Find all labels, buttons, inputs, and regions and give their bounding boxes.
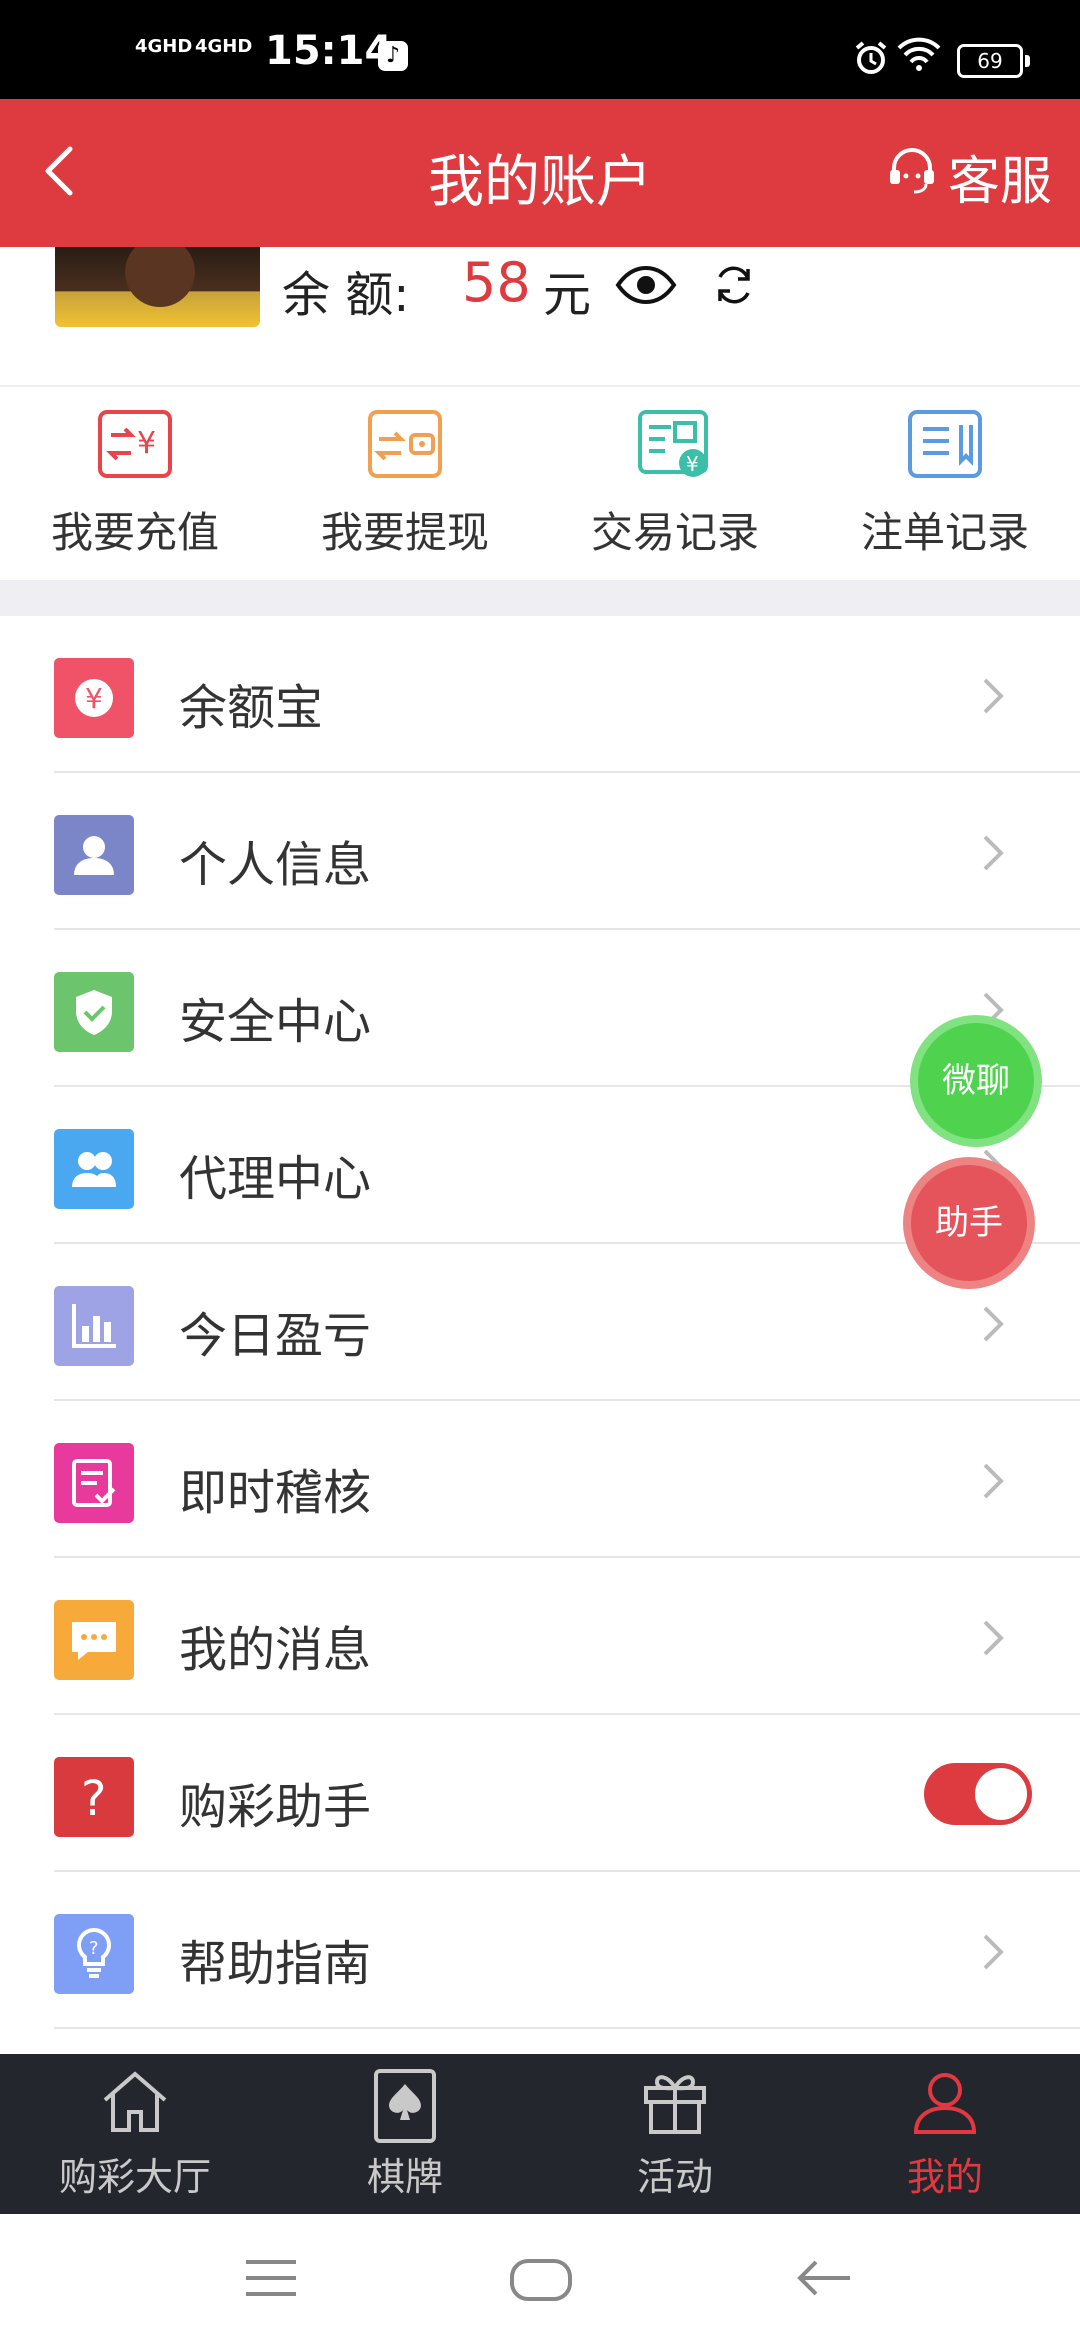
wechat-chat-button[interactable]: 微聊 bbox=[910, 1015, 1042, 1147]
account-menu: ¥ 余额宝 个人信息 安全中心 代理中心 今日盈亏 即时稽核 我的消息 ? 购彩… bbox=[0, 616, 1080, 2029]
svg-text:?: ? bbox=[89, 1938, 99, 1959]
app-header: 我的账户 客服 bbox=[0, 99, 1080, 247]
tab-label: 我的 bbox=[906, 2155, 983, 2199]
lightbulb-icon: ? bbox=[54, 1914, 134, 1994]
withdraw-label: 我要提现 bbox=[320, 508, 489, 557]
audit-icon bbox=[54, 1443, 134, 1523]
menu-label: 我的消息 bbox=[179, 1622, 372, 1678]
transaction-record-label: 交易记录 bbox=[590, 508, 759, 557]
withdraw-icon bbox=[368, 410, 442, 478]
quick-actions: ¥ 我要充值 我要提现 ¥ 交易记录 注单记录 bbox=[0, 387, 1080, 580]
back-nav-icon[interactable] bbox=[796, 2258, 852, 2302]
menu-icon[interactable] bbox=[244, 2258, 298, 2302]
tab-mine[interactable]: 我的 bbox=[810, 2054, 1080, 2214]
balance-section: 余 额: 58 元 bbox=[0, 247, 1080, 387]
question-icon: ? bbox=[54, 1757, 134, 1837]
chevron-right-icon bbox=[981, 1304, 1005, 1348]
menu-item-yuebao[interactable]: ¥ 余额宝 bbox=[54, 616, 1080, 773]
message-icon bbox=[54, 1600, 134, 1680]
transaction-record-button[interactable]: ¥ 交易记录 bbox=[540, 387, 810, 580]
group-icon bbox=[54, 1129, 134, 1209]
battery-indicator: 69 bbox=[957, 44, 1030, 78]
tab-label: 购彩大厅 bbox=[58, 2155, 211, 2199]
refresh-icon[interactable] bbox=[710, 261, 758, 313]
balance-label: 余 额: bbox=[282, 267, 410, 323]
assistant-button[interactable]: 助手 bbox=[903, 1157, 1035, 1289]
chevron-right-icon bbox=[981, 1461, 1005, 1505]
menu-label: 今日盈亏 bbox=[179, 1308, 372, 1364]
status-bar: 4GHD 4GHD 15:14 ♪ 69 bbox=[0, 0, 1080, 99]
profile-icon bbox=[913, 2073, 977, 2134]
section-divider bbox=[0, 580, 1080, 616]
status-time: 15:14 bbox=[265, 28, 393, 74]
avatar[interactable] bbox=[55, 247, 260, 327]
menu-item-lottery-assistant[interactable]: ? 购彩助手 bbox=[54, 1715, 1080, 1872]
tab-chess-cards[interactable]: 棋牌 bbox=[270, 2054, 540, 2214]
menu-label: 即时稽核 bbox=[179, 1465, 372, 1521]
menu-label: 代理中心 bbox=[179, 1151, 372, 1207]
shield-icon bbox=[54, 972, 134, 1052]
balance-unit: 元 bbox=[543, 267, 592, 323]
tab-activities[interactable]: 活动 bbox=[540, 2054, 810, 2214]
menu-item-personal-info[interactable]: 个人信息 bbox=[54, 773, 1080, 930]
menu-label: 帮助指南 bbox=[179, 1936, 372, 1992]
menu-item-my-messages[interactable]: 我的消息 bbox=[54, 1558, 1080, 1715]
bar-chart-icon bbox=[54, 1286, 134, 1366]
bottom-tab-bar: 购彩大厅 棋牌 活动 我的 bbox=[0, 2054, 1080, 2214]
menu-label: 个人信息 bbox=[179, 837, 372, 893]
chevron-right-icon bbox=[981, 1618, 1005, 1662]
chevron-right-icon bbox=[981, 1932, 1005, 1976]
balance-amount: 58 bbox=[462, 251, 531, 314]
menu-label: 安全中心 bbox=[179, 994, 372, 1050]
menu-item-instant-audit[interactable]: 即时稽核 bbox=[54, 1401, 1080, 1558]
yuan-icon: ¥ bbox=[54, 658, 134, 738]
svg-text:¥: ¥ bbox=[686, 452, 699, 476]
transaction-record-icon: ¥ bbox=[638, 410, 708, 477]
customer-service-label: 客服 bbox=[947, 152, 1052, 212]
chevron-right-icon bbox=[981, 676, 1005, 720]
recharge-label: 我要充值 bbox=[50, 508, 219, 557]
chevron-right-icon bbox=[981, 833, 1005, 877]
svg-text:¥: ¥ bbox=[137, 426, 156, 461]
network-signal-1: 4GHD bbox=[135, 36, 193, 57]
network-signal-2: 4GHD bbox=[195, 36, 253, 57]
bet-record-label: 注单记录 bbox=[860, 508, 1029, 557]
cards-icon bbox=[374, 2069, 436, 2143]
menu-item-help-guide[interactable]: ? 帮助指南 bbox=[54, 1872, 1080, 2029]
menu-label: 购彩助手 bbox=[179, 1779, 372, 1835]
withdraw-button[interactable]: 我要提现 bbox=[270, 387, 540, 580]
bet-record-icon bbox=[908, 410, 982, 478]
bet-record-button[interactable]: 注单记录 bbox=[810, 387, 1080, 580]
lottery-assistant-toggle[interactable] bbox=[924, 1763, 1032, 1825]
tab-label: 棋牌 bbox=[366, 2155, 443, 2199]
recharge-icon: ¥ bbox=[98, 410, 172, 478]
svg-text:?: ? bbox=[81, 1771, 106, 1827]
svg-text:¥: ¥ bbox=[85, 682, 103, 715]
tiktok-icon: ♪ bbox=[378, 41, 408, 71]
tab-label: 活动 bbox=[636, 2155, 713, 2199]
menu-label: 余额宝 bbox=[179, 680, 324, 736]
recharge-button[interactable]: ¥ 我要充值 bbox=[0, 387, 270, 580]
user-icon bbox=[54, 815, 134, 895]
home-icon bbox=[103, 2071, 167, 2132]
headset-icon bbox=[886, 144, 938, 209]
alarm-icon bbox=[853, 40, 889, 80]
customer-service-button[interactable]: 客服 bbox=[886, 139, 1052, 214]
gift-icon bbox=[644, 2075, 706, 2134]
system-nav-bar bbox=[0, 2214, 1080, 2340]
wifi-icon bbox=[897, 36, 941, 76]
eye-icon[interactable] bbox=[615, 265, 677, 309]
home-button-icon[interactable] bbox=[509, 2258, 573, 2306]
tab-lottery-hall[interactable]: 购彩大厅 bbox=[0, 2054, 270, 2214]
